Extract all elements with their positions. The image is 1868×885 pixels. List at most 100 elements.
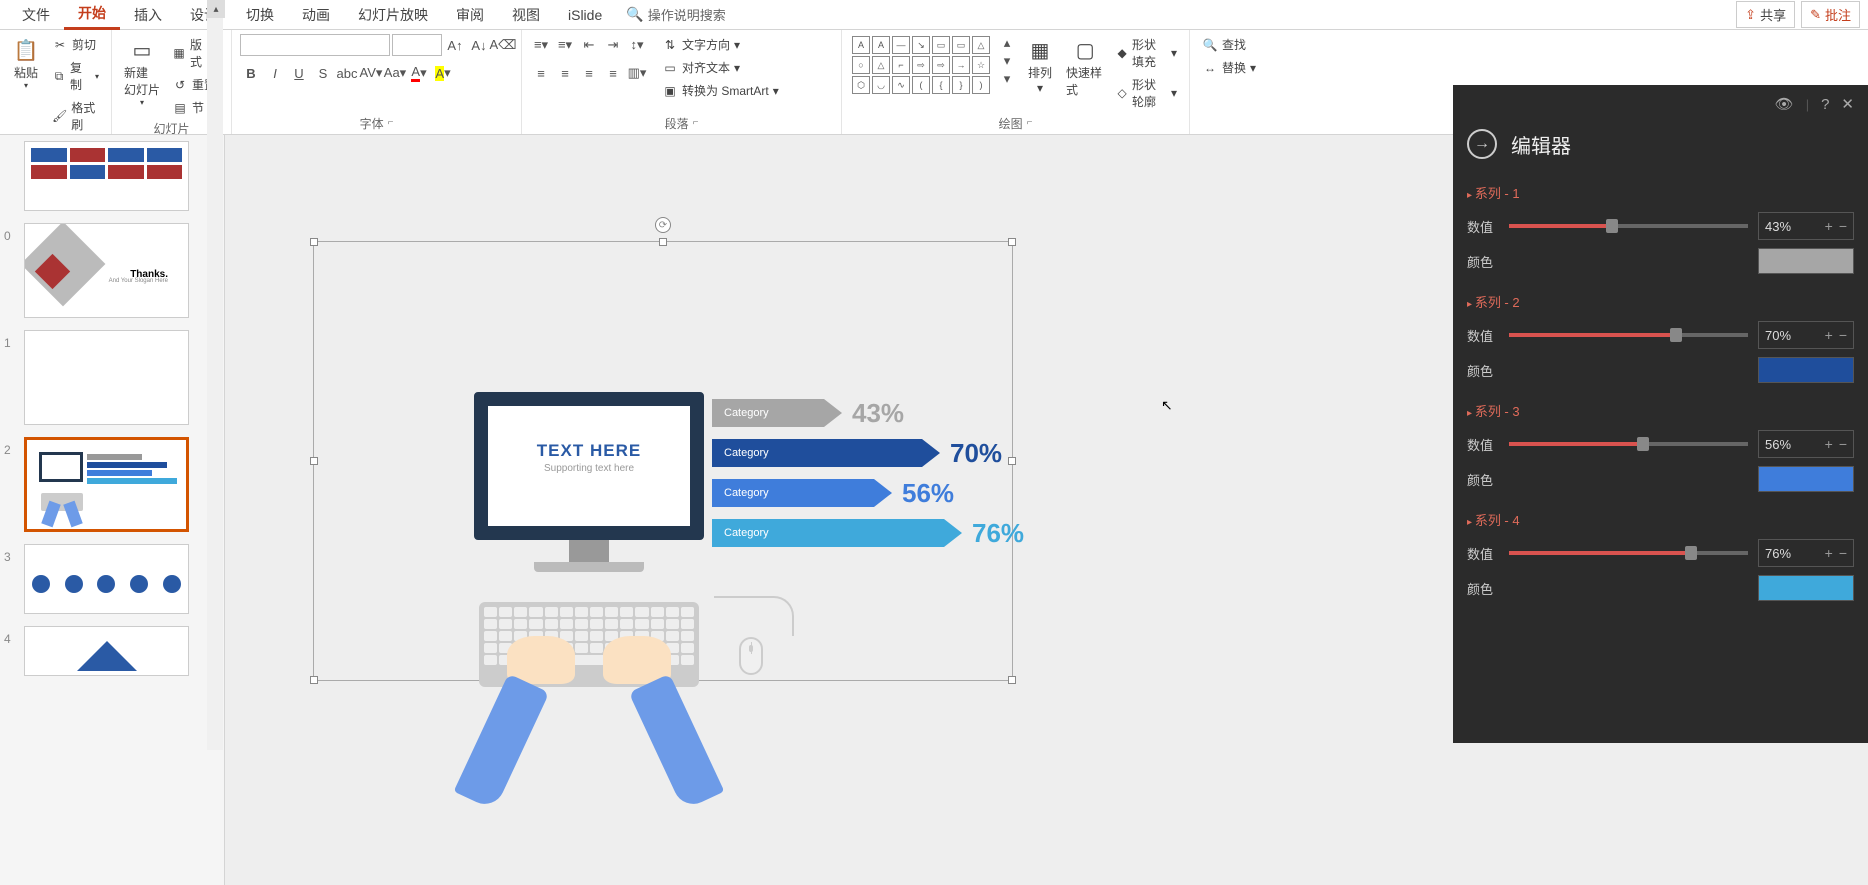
- indent-inc-button[interactable]: ⇥: [602, 34, 624, 56]
- value-decrease[interactable]: −: [1839, 545, 1847, 561]
- tab-slideshow[interactable]: 幻灯片放映: [344, 1, 442, 29]
- color-picker[interactable]: [1758, 248, 1854, 274]
- series-header[interactable]: 系列 - 3: [1467, 395, 1854, 426]
- decrease-font-button[interactable]: A↓: [468, 34, 490, 56]
- tab-review[interactable]: 审阅: [442, 1, 498, 29]
- resize-handle[interactable]: [1008, 238, 1016, 246]
- comment-button[interactable]: ✎批注: [1801, 1, 1860, 28]
- strike-button[interactable]: S: [312, 62, 334, 84]
- value-slider[interactable]: [1509, 551, 1748, 555]
- align-text-button[interactable]: ▭对齐文本▾: [658, 57, 783, 78]
- value-decrease[interactable]: −: [1839, 436, 1847, 452]
- series-header[interactable]: 系列 - 4: [1467, 504, 1854, 535]
- cut-button[interactable]: ✂剪切: [48, 34, 103, 55]
- quick-styles-button[interactable]: ▢ 快速样式: [1062, 34, 1108, 100]
- font-size-select[interactable]: [392, 34, 442, 56]
- slide-thumb[interactable]: [24, 626, 189, 676]
- shapes-gallery[interactable]: AA—↘▭▭△ ○△⌐⇨⇨→☆ ⬡◡∿({}): [850, 34, 992, 96]
- underline-button[interactable]: U: [288, 62, 310, 84]
- color-picker[interactable]: [1758, 466, 1854, 492]
- case-button[interactable]: Aa▾: [384, 62, 406, 84]
- close-icon[interactable]: ✕: [1841, 95, 1854, 113]
- tab-transitions[interactable]: 切换: [232, 1, 288, 29]
- indent-dec-button[interactable]: ⇤: [578, 34, 600, 56]
- font-name-select[interactable]: [240, 34, 390, 56]
- value-increase[interactable]: +: [1825, 218, 1833, 234]
- slide-thumbnails[interactable]: 0 Thanks. And Your Slogan Here 1 2: [0, 135, 225, 885]
- resize-handle[interactable]: [310, 676, 318, 684]
- line-spacing-button[interactable]: ↕▾: [626, 34, 648, 56]
- format-painter-button[interactable]: 🖌格式刷: [48, 97, 103, 135]
- share-button[interactable]: ⇪共享: [1736, 1, 1795, 28]
- value-increase[interactable]: +: [1825, 436, 1833, 452]
- visibility-icon[interactable]: 👁: [1775, 95, 1794, 113]
- resize-handle[interactable]: [310, 238, 318, 246]
- tab-file[interactable]: 文件: [8, 1, 64, 29]
- color-picker[interactable]: [1758, 575, 1854, 601]
- value-increase[interactable]: +: [1825, 545, 1833, 561]
- value-slider[interactable]: [1509, 442, 1748, 446]
- value-slider[interactable]: [1509, 224, 1748, 228]
- font-color-button[interactable]: A▾: [408, 62, 430, 84]
- tab-home[interactable]: 开始: [64, 0, 120, 30]
- slide-thumb[interactable]: Thanks. And Your Slogan Here: [24, 223, 189, 318]
- text-direction-button[interactable]: ⇅文字方向▾: [658, 34, 783, 55]
- tab-view[interactable]: 视图: [498, 1, 554, 29]
- clear-format-button[interactable]: A⌫: [492, 34, 514, 56]
- slide-thumb[interactable]: [24, 330, 189, 425]
- replace-button[interactable]: ↔替换▾: [1198, 57, 1260, 78]
- shape-fill-button[interactable]: ◆形状填充▾: [1112, 34, 1181, 72]
- rotate-handle[interactable]: ⟳: [655, 217, 671, 233]
- bullets-button[interactable]: ≡▾: [530, 34, 552, 56]
- tab-islide[interactable]: iSlide: [554, 3, 616, 27]
- tell-me-search[interactable]: 🔍 操作说明搜索: [616, 5, 725, 24]
- value-decrease[interactable]: −: [1839, 327, 1847, 343]
- expand-font[interactable]: ⌐: [388, 117, 394, 128]
- color-picker[interactable]: [1758, 357, 1854, 383]
- value-input[interactable]: 43% +−: [1758, 212, 1854, 240]
- shadow-button[interactable]: abc: [336, 62, 358, 84]
- editor-arrow-icon[interactable]: →: [1467, 129, 1497, 159]
- expand-drawing[interactable]: ⌐: [1027, 117, 1033, 128]
- convert-smartart-button[interactable]: ▣转换为 SmartArt▾: [658, 80, 783, 101]
- slide-thumb[interactable]: [24, 544, 189, 614]
- expand-paragraph[interactable]: ⌐: [693, 117, 699, 128]
- new-slide-button[interactable]: ▭ 新建 幻灯片▾: [120, 34, 164, 109]
- numbering-button[interactable]: ≡▾: [554, 34, 576, 56]
- resize-handle[interactable]: [1008, 676, 1016, 684]
- value-input[interactable]: 56% +−: [1758, 430, 1854, 458]
- slide-thumb[interactable]: [24, 141, 189, 211]
- value-increase[interactable]: +: [1825, 327, 1833, 343]
- align-right-button[interactable]: ≡: [578, 62, 600, 84]
- align-left-button[interactable]: ≡: [530, 62, 552, 84]
- tab-animations[interactable]: 动画: [288, 1, 344, 29]
- shape-outline-button[interactable]: ◇形状轮廓▾: [1112, 74, 1181, 112]
- columns-button[interactable]: ▥▾: [626, 62, 648, 84]
- copy-button[interactable]: ⧉复制▾: [48, 57, 103, 95]
- scroll-up[interactable]: ▴: [207, 0, 225, 18]
- arrange-button[interactable]: ▦ 排列▾: [1022, 34, 1058, 97]
- help-icon[interactable]: ?: [1821, 96, 1829, 113]
- find-button[interactable]: 🔍查找: [1198, 34, 1260, 55]
- value-decrease[interactable]: −: [1839, 218, 1847, 234]
- slide-thumb-selected[interactable]: [24, 437, 189, 532]
- value-input[interactable]: 70% +−: [1758, 321, 1854, 349]
- value-input[interactable]: 76% +−: [1758, 539, 1854, 567]
- shapes-more2[interactable]: ▾: [996, 52, 1018, 70]
- value-slider[interactable]: [1509, 333, 1748, 337]
- series-header[interactable]: 系列 - 1: [1467, 177, 1854, 208]
- shapes-more[interactable]: ▴: [996, 34, 1018, 52]
- resize-handle[interactable]: [659, 238, 667, 246]
- series-header[interactable]: 系列 - 2: [1467, 286, 1854, 317]
- shapes-more3[interactable]: ▾: [996, 70, 1018, 88]
- italic-button[interactable]: I: [264, 62, 286, 84]
- resize-handle[interactable]: [310, 457, 318, 465]
- spacing-button[interactable]: AV▾: [360, 62, 382, 84]
- paste-button[interactable]: 📋 粘贴▾: [8, 34, 44, 92]
- increase-font-button[interactable]: A↑: [444, 34, 466, 56]
- align-center-button[interactable]: ≡: [554, 62, 576, 84]
- highlight-button[interactable]: A▾: [432, 62, 454, 84]
- justify-button[interactable]: ≡: [602, 62, 624, 84]
- bold-button[interactable]: B: [240, 62, 262, 84]
- tab-insert[interactable]: 插入: [120, 1, 176, 29]
